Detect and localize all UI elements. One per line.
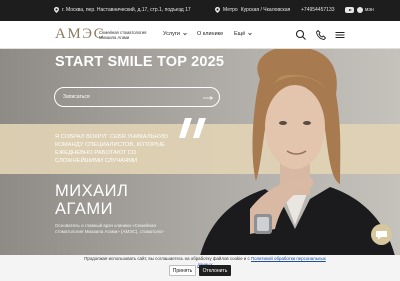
nav-item-more[interactable]: Ещё xyxy=(234,31,252,37)
metro-stations: Курская / Чкаловская xyxy=(240,7,291,13)
nav-item-services[interactable]: Услуги xyxy=(163,31,187,37)
address[interactable]: г. Москва, пер. Наставнический, д.17, ст… xyxy=(54,7,191,13)
telegram-icon[interactable] xyxy=(357,7,363,13)
metro-label: Метро xyxy=(223,7,238,13)
chevron-down-icon xyxy=(248,32,252,36)
doctor-bio: Основатель и главный врач клиники «Семей… xyxy=(55,223,165,234)
youtube-icon[interactable] xyxy=(345,7,354,13)
logo-subtitle: Семейная стоматология Михаила Агами xyxy=(99,30,147,40)
chevron-down-icon xyxy=(183,32,187,36)
logo[interactable]: АМЭС xyxy=(55,26,105,43)
top-bar: г. Москва, пер. Наставнический, д.17, ст… xyxy=(0,0,400,21)
nav-more-label: Ещё xyxy=(234,31,246,37)
address-text: г. Москва, пер. Наставнический, д.17, ст… xyxy=(62,7,191,13)
decline-cookies-button[interactable]: Отклонить xyxy=(199,265,231,276)
site-header: АМЭС Семейная стоматология Михаила Агами… xyxy=(0,21,400,49)
location-pin-icon xyxy=(215,7,220,13)
signup-label: Записаться xyxy=(63,94,90,100)
language-switch[interactable]: мэн xyxy=(365,7,374,13)
language-label: мэн xyxy=(365,7,374,13)
hero-quote: Я собрал вокруг себя уникальную команду … xyxy=(55,134,169,164)
phone-number: +74954457133 xyxy=(301,7,335,13)
menu-icon[interactable] xyxy=(334,29,346,41)
chat-button[interactable] xyxy=(371,224,392,245)
nav-about-label: О клинике xyxy=(197,31,224,37)
cookie-message: Продолжая использовать сайт, вы соглашае… xyxy=(84,256,250,261)
doctor-first-name: Михаил xyxy=(55,182,129,200)
doctor-last-name: Агами xyxy=(55,200,113,218)
chat-icon xyxy=(376,231,387,240)
location-pin-icon xyxy=(54,7,59,13)
doctor-name: Михаил Агами xyxy=(55,182,128,218)
search-icon[interactable] xyxy=(295,29,307,41)
metro-info[interactable]: Метро Курская / Чкаловская xyxy=(215,7,290,13)
nav-services-label: Услуги xyxy=(163,31,180,37)
phone-link[interactable]: +74954457133 xyxy=(301,7,335,13)
doctor-portrait xyxy=(200,49,395,256)
nav-item-about[interactable]: О клинике xyxy=(197,31,223,37)
accept-cookies-button[interactable]: Принять xyxy=(169,265,196,276)
phone-icon[interactable] xyxy=(315,29,327,41)
